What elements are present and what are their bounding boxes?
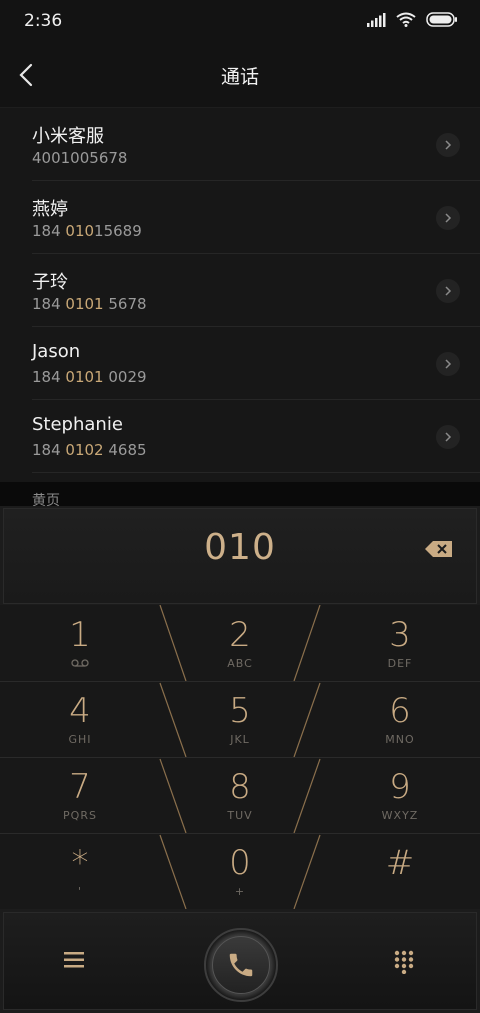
page-title: 通话: [220, 66, 259, 88]
key-7[interactable]: 7 PQRS: [0, 757, 160, 833]
call-button[interactable]: [204, 928, 278, 1002]
wifi-icon: [396, 12, 416, 27]
contact-detail-button[interactable]: [436, 352, 460, 376]
contact-name: 燕婷: [32, 199, 68, 220]
contact-detail-button[interactable]: [436, 206, 460, 230]
key-0[interactable]: 0 +: [160, 833, 320, 909]
phone-icon: [229, 953, 253, 977]
dial-display: 010: [3, 508, 477, 604]
chevron-right-icon: [445, 432, 452, 442]
key-6[interactable]: 6 MNO: [320, 681, 480, 757]
dialpad-icon[interactable]: [394, 950, 414, 974]
contact-row[interactable]: 子玲 184 0101 5678: [32, 254, 480, 327]
keypad: 1 2 ABC 3 DEF 4 GHI 5 JKL 6 MNO 7 PQRS 8…: [0, 605, 480, 909]
contact-name: 小米客服: [32, 126, 104, 147]
contact-detail-button[interactable]: [436, 425, 460, 449]
contact-number: 4001005678: [32, 149, 128, 167]
key-4[interactable]: 4 GHI: [0, 681, 160, 757]
contact-number: 184 0101 5678: [32, 295, 147, 313]
dialer-panel: 010 1 2 ABC 3 DEF 4 GHI 5 JKL 6 MNO 7 PQ…: [0, 506, 480, 1013]
key-3[interactable]: 3 DEF: [320, 605, 480, 681]
chevron-right-icon: [445, 359, 452, 369]
contact-name: Jason: [32, 341, 81, 362]
section-divider: 黄页: [0, 482, 480, 509]
contact-row[interactable]: 燕婷 184 01015689: [32, 181, 480, 254]
key-8[interactable]: 8 TUV: [160, 757, 320, 833]
key-2[interactable]: 2 ABC: [160, 605, 320, 681]
status-icons: [366, 12, 458, 27]
contact-detail-button[interactable]: [436, 133, 460, 157]
contact-list[interactable]: 小米客服 4001005678 燕婷 184 01015689 子玲 184 0…: [0, 108, 480, 482]
key-hash[interactable]: #: [320, 833, 480, 909]
status-time: 2:36: [24, 11, 63, 31]
contact-row[interactable]: Stephanie 184 0102 4685: [32, 400, 480, 473]
menu-icon[interactable]: [64, 951, 86, 969]
chevron-right-icon: [445, 213, 452, 223]
contact-number: 184 01015689: [32, 222, 142, 240]
key-5[interactable]: 5 JKL: [160, 681, 320, 757]
voicemail-icon: [71, 659, 89, 667]
contact-number: 184 0102 4685: [32, 441, 147, 459]
dialer-action-bar: [3, 912, 477, 1010]
backspace-icon[interactable]: [424, 539, 454, 559]
key-1[interactable]: 1: [0, 605, 160, 681]
contact-name: 子玲: [32, 272, 68, 293]
contact-row[interactable]: Jason 184 0101 0029: [32, 327, 480, 400]
key-9[interactable]: 9 WXYZ: [320, 757, 480, 833]
chevron-right-icon: [445, 140, 452, 150]
contact-name: Stephanie: [32, 414, 123, 435]
key-star[interactable]: * ': [0, 833, 160, 909]
status-bar: 2:36: [0, 0, 480, 42]
contact-number: 184 0101 0029: [32, 368, 147, 386]
contact-detail-button[interactable]: [436, 279, 460, 303]
dialed-number: 010: [204, 527, 276, 568]
app-header: 通话: [0, 42, 480, 108]
signal-icon: [367, 12, 386, 27]
contact-row[interactable]: 小米客服 4001005678: [32, 108, 480, 181]
battery-icon: [426, 12, 457, 27]
chevron-right-icon: [445, 286, 452, 296]
